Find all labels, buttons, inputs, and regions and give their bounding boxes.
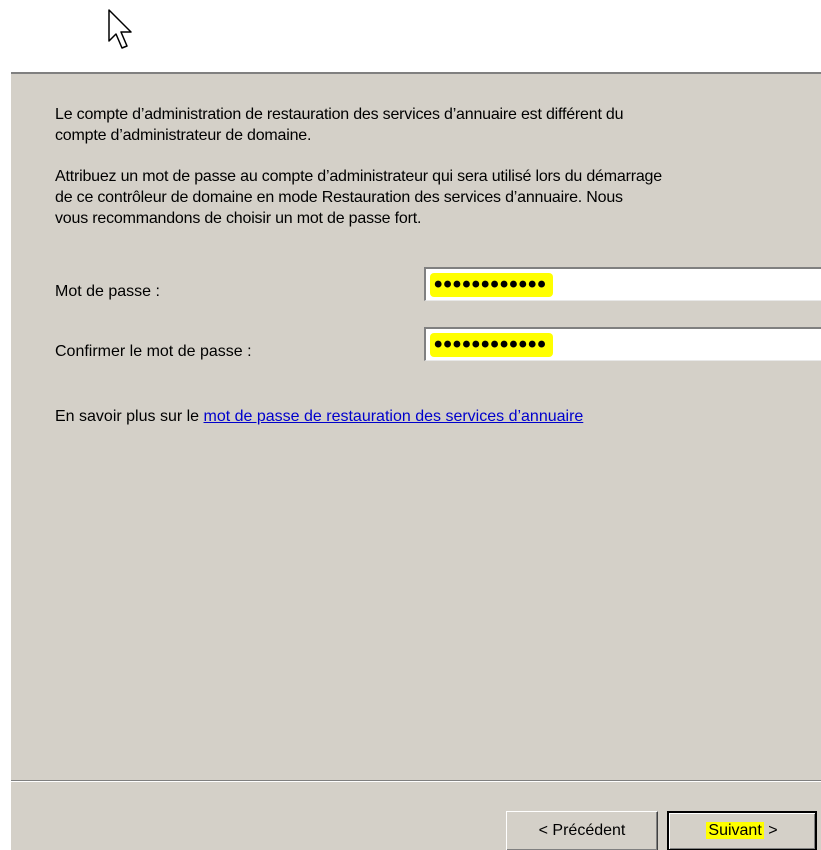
password-field[interactable]: •••••••••••• [424,267,821,301]
learn-more-text: En savoir plus sur le mot de passe de re… [55,407,583,427]
confirm-password-label: Confirmer le mot de passe : [55,343,252,360]
learn-more-prefix: En savoir plus sur le [55,408,200,425]
confirm-password-masked-value: •••••••••••• [430,333,553,357]
instruction-paragraph: Attribuez un mot de passe au compte d’ad… [55,166,662,229]
instruction-line: vous recommandons de choisir un mot de p… [55,210,422,227]
next-button[interactable]: Suivant > [667,811,817,850]
info-line: compte d’administrateur de domaine. [55,127,312,144]
info-paragraph: Le compte d’administration de restaurati… [55,104,624,146]
password-label: Mot de passe : [55,283,160,300]
wizard-dialog: Le compte d’administration de restaurati… [11,72,821,850]
instruction-line: Attribuez un mot de passe au compte d’ad… [55,168,662,185]
dsrm-password-help-link[interactable]: mot de passe de restauration des service… [204,408,584,425]
arrow-cursor-icon [108,9,132,49]
button-separator [11,780,821,782]
password-masked-value: •••••••••••• [430,273,553,297]
info-line: Le compte d’administration de restaurati… [55,106,624,123]
confirm-password-field[interactable]: •••••••••••• [424,327,821,361]
instruction-line: de ce contrôleur de domaine en mode Rest… [55,189,623,206]
next-button-arrow: > [763,822,778,839]
next-button-label: Suivant [706,822,764,839]
previous-button[interactable]: < Précédent [506,811,658,850]
